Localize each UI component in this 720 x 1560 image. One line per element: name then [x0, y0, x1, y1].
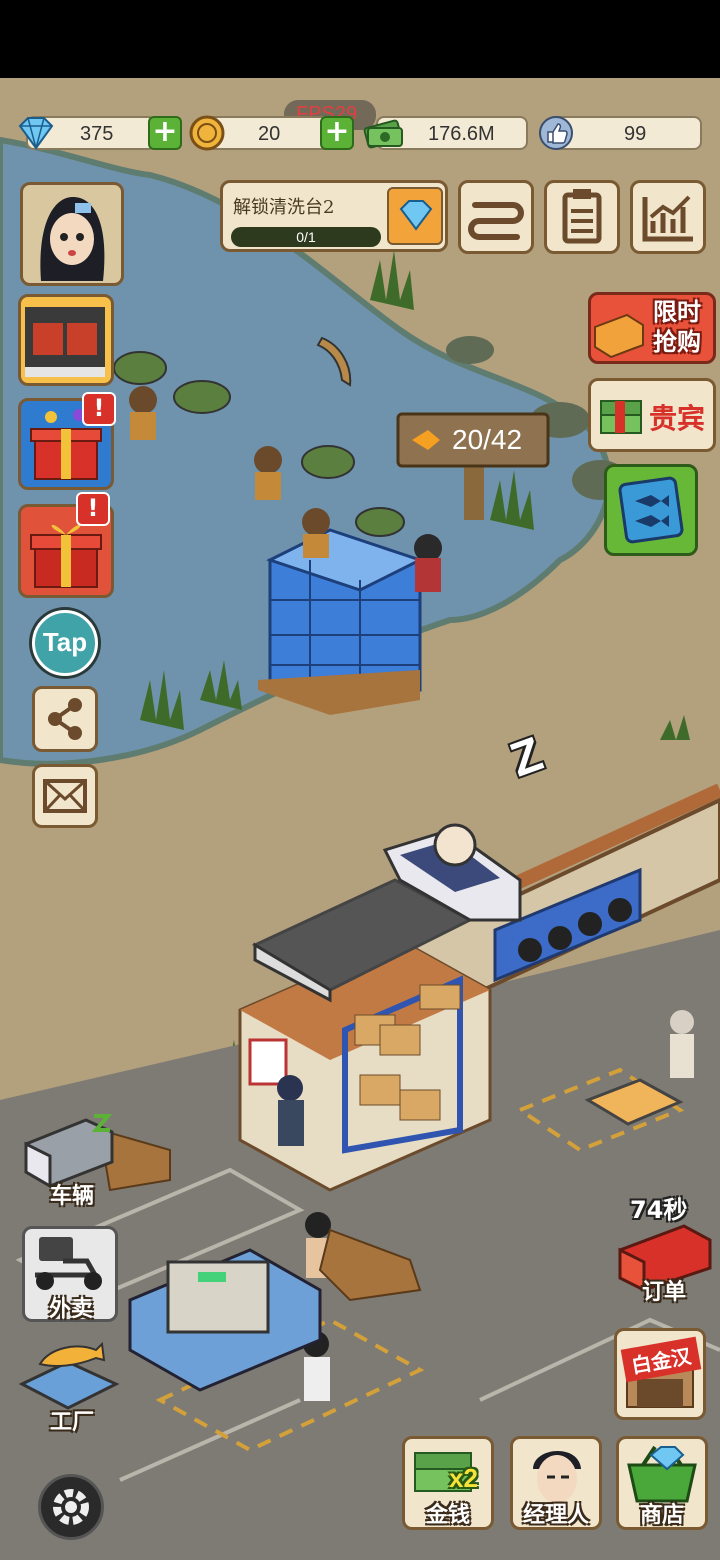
tap-button[interactable]: Tap	[32, 610, 98, 676]
scooter-icon	[35, 1237, 102, 1290]
cash-stack-icon	[600, 400, 642, 434]
diamond-icon	[18, 117, 54, 150]
manager-label: 经理人	[522, 1503, 589, 1528]
factory-button[interactable]: 工厂	[16, 1334, 120, 1435]
vip-label: 贵宾	[649, 402, 706, 435]
shop-button[interactable]: 商店	[616, 1436, 708, 1530]
mail-button[interactable]	[32, 764, 98, 828]
avatar-portrait	[40, 197, 105, 281]
task-progress-text: 0/1	[296, 229, 316, 245]
status-bar	[0, 0, 720, 78]
takeout-label: 外卖	[48, 1297, 93, 1322]
diamond-value: 375	[80, 123, 114, 145]
thumbs-up-icon	[539, 116, 573, 150]
reward-diamond-icon	[399, 200, 433, 231]
task-progress-bar: 0/1	[231, 227, 381, 247]
orders-label: 订单	[641, 1280, 686, 1305]
add-diamonds-button[interactable]: +	[148, 116, 182, 150]
hose-icon	[468, 202, 524, 240]
flash-sale-label: 限时抢购	[653, 298, 701, 356]
vehicles-label: 车辆	[49, 1184, 94, 1209]
clipboard-button[interactable]	[544, 180, 620, 254]
task-reward	[387, 187, 443, 245]
cash-value: 176.6M	[428, 123, 495, 145]
fish-ticket-button[interactable]	[604, 464, 698, 556]
coin-icon	[189, 115, 225, 151]
clipboard-icon	[562, 189, 602, 244]
coin-value: 20	[258, 123, 281, 145]
gift-event-alert-badge: !	[82, 392, 116, 426]
chart-icon	[642, 195, 693, 242]
fish-ticket-icon	[618, 476, 684, 544]
fishing-rod-button[interactable]	[458, 180, 534, 254]
sale-truck-icon	[594, 313, 644, 359]
manager-button[interactable]: 经理人	[510, 1436, 602, 1530]
fish-counter-text: 20/42	[452, 424, 523, 455]
game-screen: FPS29 375 + 20 + 176.6M 99 解锁清洗台2 0/1 ! …	[0, 0, 720, 1560]
gift-truck-icon	[25, 307, 105, 377]
flash-sale-button[interactable]: 限时抢购	[588, 292, 716, 364]
orders-button[interactable]: 订单	[614, 1220, 714, 1312]
gift-pack-alert-badge: !	[76, 492, 110, 526]
player-avatar[interactable]	[20, 182, 124, 286]
settings-button[interactable]	[38, 1474, 104, 1540]
shop-label: 商店	[639, 1503, 684, 1528]
fish-factory-icon	[18, 1341, 120, 1410]
tap-label: Tap	[42, 627, 88, 657]
money-boost-button[interactable]: x2 金钱	[402, 1436, 494, 1530]
fish-crates	[258, 528, 424, 715]
mail-icon	[43, 779, 87, 813]
share-icon	[48, 698, 82, 740]
money-label: 金钱	[425, 1503, 470, 1528]
factory-label: 工厂	[49, 1410, 94, 1435]
statistics-button[interactable]	[630, 180, 706, 254]
share-button[interactable]	[32, 686, 98, 752]
gear-icon	[53, 1489, 89, 1525]
delivery-truck-button[interactable]	[18, 294, 114, 386]
store-button[interactable]: 白金汉	[614, 1328, 706, 1420]
money-multiplier: x2	[449, 1463, 478, 1493]
add-coins-button[interactable]: +	[320, 116, 354, 150]
task-panel[interactable]: 解锁清洗台2 0/1	[220, 180, 448, 252]
cash-icon	[363, 119, 403, 149]
task-title: 解锁清洗台2	[233, 197, 335, 218]
vehicles-button[interactable]: 车辆	[16, 1110, 120, 1214]
takeout-button[interactable]: 外卖	[22, 1226, 118, 1322]
likes-value: 99	[624, 123, 647, 145]
vip-button[interactable]: 贵宾	[588, 378, 716, 452]
